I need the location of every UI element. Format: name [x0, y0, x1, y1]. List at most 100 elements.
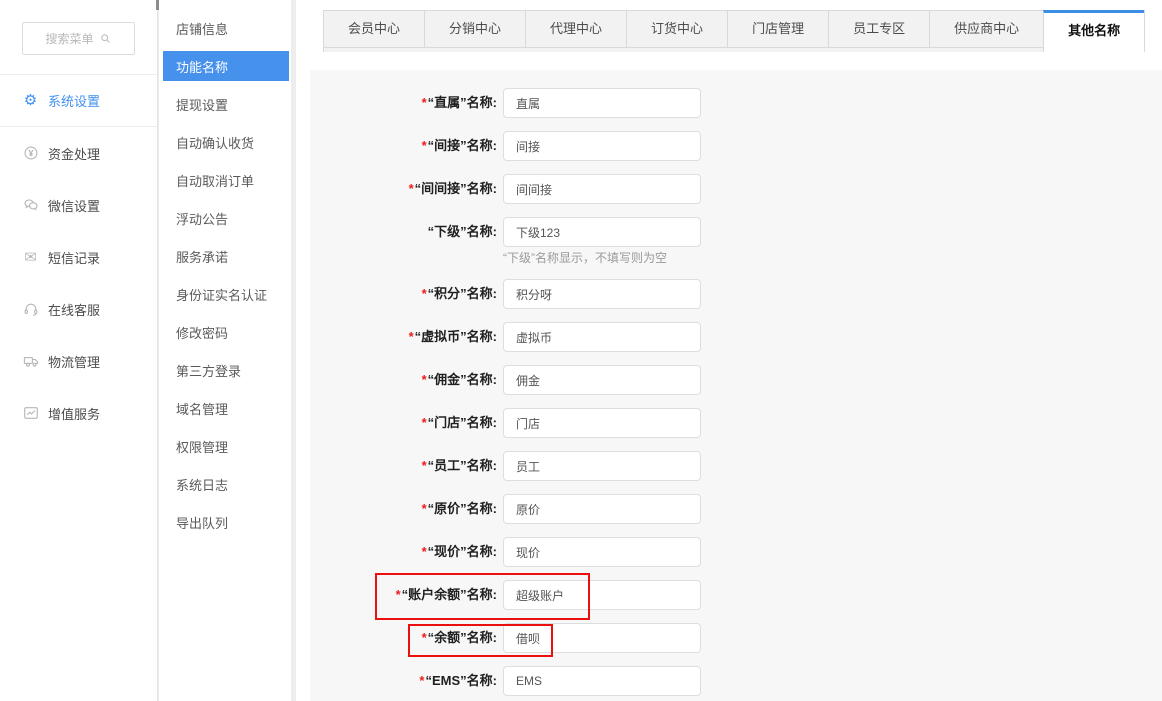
field-label: *“虚拟币”名称:: [310, 322, 497, 352]
main-sidebar: 搜索菜单 ⚙系统设置资金处理微信设置 ✉ 短信记录在线客服物流管理增值服务: [0, 0, 158, 701]
tab-label: 供应商中心: [954, 21, 1019, 36]
field-input-14[interactable]: [503, 666, 701, 696]
submenu-item-14[interactable]: 导出队列: [159, 503, 291, 541]
form-panel: *“直属”名称:*“间接”名称:*“间间接”名称:“下级”名称:“下级”名称显示…: [310, 70, 1162, 701]
tab-6[interactable]: 员工专区: [828, 10, 929, 48]
form-field-row: *“EMS”名称:: [310, 666, 1162, 696]
required-asterisk: *: [419, 673, 424, 688]
field-label: *“佣金”名称:: [310, 365, 497, 395]
headset-icon: [22, 301, 39, 318]
sidebar-item-label: 物流管理: [48, 352, 100, 371]
tab-8[interactable]: 其他名称: [1043, 10, 1144, 52]
submenu-item-label: 导出队列: [176, 513, 228, 532]
submenu-item-3[interactable]: 提现设置: [159, 85, 291, 123]
submenu-item-13[interactable]: 系统日志: [159, 465, 291, 503]
submenu-item-2[interactable]: 功能名称: [163, 51, 289, 81]
sidebar-item-6[interactable]: 物流管理: [0, 335, 157, 387]
field-input-6[interactable]: [503, 322, 701, 352]
content-area: 会员中心 分销中心代理中心订货中心门店管理 员工专区 供应商中心 其他名称 *“直属”名…: [296, 0, 1162, 701]
envelope-icon: ✉: [22, 249, 39, 266]
tab-label: 会员中心: [348, 21, 400, 36]
yen-circle-icon: [22, 145, 39, 162]
app-window: 搜索菜单 ⚙系统设置资金处理微信设置 ✉ 短信记录在线客服物流管理增值服务 店铺信息…: [0, 0, 1162, 701]
sidebar-item-7[interactable]: 增值服务: [0, 387, 157, 439]
field-label: *“余额”名称:: [310, 623, 497, 653]
field-input-3[interactable]: [503, 174, 701, 204]
submenu-item-10[interactable]: 第三方登录: [159, 351, 291, 389]
tab-3[interactable]: 代理中心: [525, 10, 626, 48]
tab-label: 员工专区: [853, 21, 905, 36]
field-label-text: “下级”名称:: [428, 224, 497, 239]
required-asterisk: *: [422, 544, 427, 559]
sidebar-item-label: 在线客服: [48, 300, 100, 319]
submenu-item-1[interactable]: 店铺信息: [159, 9, 291, 47]
submenu-item-label: 自动确认收货: [176, 133, 254, 152]
field-input-5[interactable]: [503, 279, 701, 309]
tab-4[interactable]: 订货中心: [626, 10, 727, 48]
submenu-item-12[interactable]: 权限管理: [159, 427, 291, 465]
field-input-10[interactable]: [503, 494, 701, 524]
trend-chart-icon: [22, 405, 39, 422]
form-field-row: *“账户余额”名称:: [310, 580, 1162, 610]
field-input-4[interactable]: [503, 217, 701, 247]
field-input-12[interactable]: [503, 580, 701, 610]
wechat-icon: [22, 197, 39, 214]
field-label-text: “原价”名称:: [428, 501, 497, 516]
submenu-item-5[interactable]: 自动取消订单: [159, 161, 291, 199]
sidebar-item-2[interactable]: 资金处理: [0, 127, 157, 179]
required-asterisk: *: [422, 415, 427, 430]
search-input[interactable]: 搜索菜单: [22, 22, 135, 55]
submenu-item-label: 提现设置: [176, 95, 228, 114]
submenu-item-9[interactable]: 修改密码: [159, 313, 291, 351]
gear-icon: ⚙: [22, 92, 39, 109]
field-label-text: “佣金”名称:: [428, 372, 497, 387]
required-asterisk: *: [422, 286, 427, 301]
main-menu: ⚙系统设置资金处理微信设置 ✉ 短信记录在线客服物流管理增值服务: [0, 74, 157, 439]
field-label-text: “现价”名称:: [428, 544, 497, 559]
tab-1[interactable]: 会员中心: [324, 10, 424, 48]
field-input-2[interactable]: [503, 131, 701, 161]
submenu-item-4[interactable]: 自动确认收货: [159, 123, 291, 161]
field-label: “下级”名称:: [310, 217, 497, 266]
form-field-row: *“员工”名称:: [310, 451, 1162, 481]
submenu-item-7[interactable]: 服务承诺: [159, 237, 291, 275]
required-asterisk: *: [422, 458, 427, 473]
submenu-item-8[interactable]: 身份证实名认证: [159, 275, 291, 313]
field-label: *“直属”名称:: [310, 88, 497, 118]
field-input-8[interactable]: [503, 408, 701, 438]
field-label-text: “员工”名称:: [428, 458, 497, 473]
sidebar-item-3[interactable]: 微信设置: [0, 179, 157, 231]
sidebar-item-label: 微信设置: [48, 196, 100, 215]
required-asterisk: *: [422, 138, 427, 153]
form-field-row: *“直属”名称:: [310, 88, 1162, 118]
submenu-item-label: 修改密码: [176, 323, 228, 342]
field-label-text: “间接”名称:: [428, 138, 497, 153]
tab-7[interactable]: 供应商中心: [929, 10, 1043, 48]
tab-2[interactable]: 分销中心: [424, 10, 525, 48]
submenu-item-11[interactable]: 域名管理: [159, 389, 291, 427]
required-asterisk: *: [422, 95, 427, 110]
form-field-row: *“虚拟币”名称:: [310, 322, 1162, 352]
required-asterisk: *: [422, 372, 427, 387]
field-input-9[interactable]: [503, 451, 701, 481]
sidebar-item-1[interactable]: ⚙系统设置: [0, 75, 157, 127]
form-field-row: *“门店”名称:: [310, 408, 1162, 438]
required-asterisk: *: [409, 181, 414, 196]
field-input-11[interactable]: [503, 537, 701, 567]
form-field-row: “下级”名称:“下级”名称显示，不填写则为空: [310, 217, 1162, 266]
submenu-item-label: 权限管理: [176, 437, 228, 456]
field-input-7[interactable]: [503, 365, 701, 395]
submenu-item-6[interactable]: 浮动公告: [159, 199, 291, 237]
sidebar-item-4[interactable]: ✉ 短信记录: [0, 231, 157, 283]
form-field-row: *“积分”名称:: [310, 279, 1162, 309]
field-input-13[interactable]: [503, 623, 701, 653]
sidebar-item-label: 短信记录: [48, 248, 100, 267]
field-label-text: “余额”名称:: [428, 630, 497, 645]
field-label: *“原价”名称:: [310, 494, 497, 524]
submenu-item-label: 域名管理: [176, 399, 228, 418]
form-field-row: *“余额”名称:: [310, 623, 1162, 653]
tab-5[interactable]: 门店管理: [727, 10, 828, 48]
field-label-text: “账户余额”名称:: [402, 587, 497, 602]
field-input-1[interactable]: [503, 88, 701, 118]
sidebar-item-5[interactable]: 在线客服: [0, 283, 157, 335]
